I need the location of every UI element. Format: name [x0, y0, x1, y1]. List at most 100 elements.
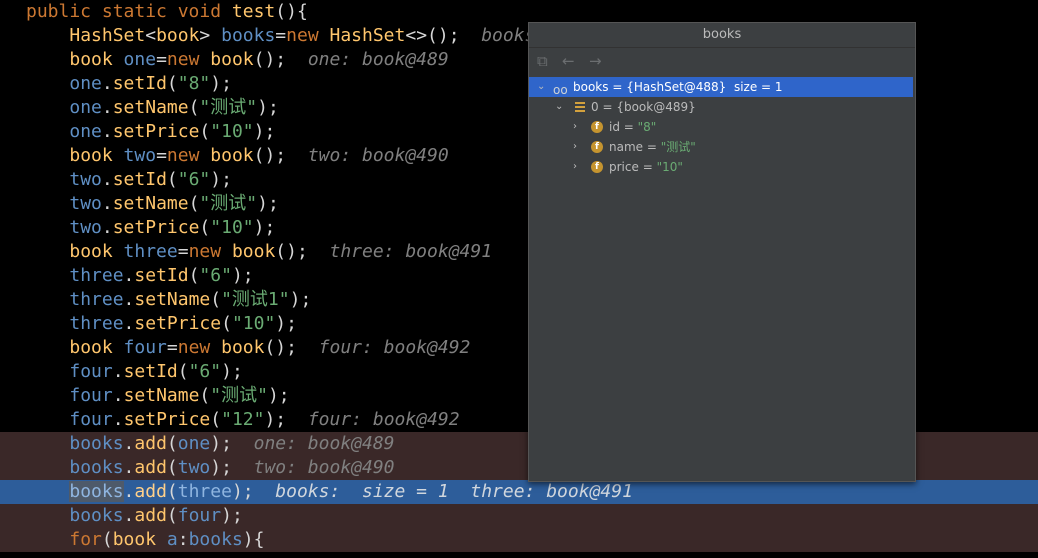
list-element-icon [575, 102, 585, 112]
inline-debug-hint: two: book@490 [231, 457, 395, 478]
code-token: ); [253, 217, 276, 238]
code-token: setPrice [123, 409, 211, 430]
code-token: two [69, 217, 102, 238]
code-token: "6" [177, 169, 211, 190]
code-token: "测试1" [221, 289, 290, 310]
code-token: < [145, 25, 157, 46]
code-token: new [166, 49, 211, 70]
code-token: . [112, 361, 124, 382]
code-token: ( [221, 313, 232, 334]
code-token: ); [210, 433, 232, 454]
code-line[interactable]: books.add(three); books: size = 1 three:… [0, 480, 1038, 504]
code-token: book [210, 145, 254, 166]
code-token: setName [134, 289, 211, 310]
tree-field-price[interactable]: › f price = "10" [529, 157, 913, 177]
tree-node-name: books [573, 80, 609, 94]
code-token: setName [112, 193, 189, 214]
code-token: a [166, 529, 178, 550]
code-token: three [69, 289, 124, 310]
code-token: ); [210, 73, 232, 94]
chevron-down-icon[interactable]: ⌄ [555, 97, 563, 117]
code-token: setName [123, 385, 200, 406]
code-line[interactable]: for(book a:books){ [0, 528, 1038, 552]
code-token: (){ [275, 1, 308, 22]
code-token: . [123, 289, 135, 310]
forward-arrow-icon[interactable]: → [589, 52, 602, 70]
code-line[interactable]: public static void test(){ [0, 0, 1038, 24]
code-token: setPrice [134, 313, 222, 334]
chevron-right-icon[interactable]: › [573, 117, 577, 137]
code-token: ( [188, 265, 200, 286]
inline-debug-hint: one: book@489 [231, 433, 395, 454]
tree-node-0[interactable]: ⌄ 0 = {book@489} [529, 97, 913, 117]
field-name: price [609, 160, 639, 174]
inline-debug-hint: four: book@492 [296, 337, 471, 358]
code-token: add [134, 457, 167, 478]
code-token: one [69, 73, 102, 94]
field-icon: f [591, 161, 603, 173]
code-line[interactable]: books.add(four); [0, 504, 1038, 528]
tree-node-books[interactable]: ⌄ oo books = {HashSet@488} size = 1 [529, 77, 913, 97]
code-token: book [69, 145, 124, 166]
chevron-right-icon[interactable]: › [573, 137, 577, 157]
code-token: ); [221, 361, 243, 382]
code-token: setId [112, 73, 167, 94]
code-token: setName [112, 97, 189, 118]
code-token: setId [134, 265, 189, 286]
code-token: . [112, 385, 124, 406]
code-token: add [134, 505, 167, 526]
code-token: . [101, 121, 113, 142]
back-arrow-icon[interactable]: ← [562, 52, 575, 70]
code-token: ); [231, 265, 254, 286]
code-token: new [166, 145, 211, 166]
chevron-down-icon[interactable]: ⌄ [537, 77, 545, 97]
code-token: . [101, 73, 113, 94]
copy-icon[interactable]: ⧉ [537, 52, 548, 70]
code-token: . [101, 97, 113, 118]
code-token: "测试" [210, 385, 268, 406]
tree-node-value: {HashSet@488} size = 1 [626, 80, 783, 94]
code-token: ( [101, 529, 113, 550]
code-token: = [156, 145, 167, 166]
code-token: two [177, 457, 211, 478]
debug-variable-popup[interactable]: books ⧉ ← → ⌄ oo books = {HashSet@488} s… [528, 22, 916, 482]
code-token: book [69, 337, 124, 358]
code-token: ); [221, 505, 243, 526]
code-token: "10" [231, 313, 276, 334]
code-token: ){ [242, 529, 265, 550]
code-token: for [69, 529, 102, 550]
code-token: ( [210, 289, 222, 310]
code-token: HashSet [329, 25, 406, 46]
code-token: . [123, 457, 135, 478]
code-token: ); [264, 409, 287, 430]
field-icon: f [591, 121, 603, 133]
code-token: one [69, 121, 102, 142]
code-token: = [275, 25, 287, 46]
code-token: "12" [221, 409, 265, 430]
code-token: ); [253, 121, 276, 142]
code-token: ); [289, 289, 312, 310]
tree-field-id[interactable]: › f id = "8" [529, 117, 913, 137]
code-token: books [69, 457, 124, 478]
code-token: ); [210, 169, 232, 190]
field-value: "10" [656, 160, 683, 174]
code-token: three [69, 313, 124, 334]
chevron-right-icon[interactable]: › [573, 157, 577, 177]
code-token: two [123, 145, 157, 166]
code-token: "测试" [199, 193, 258, 214]
code-token: ); [257, 193, 279, 214]
code-token: three [69, 265, 124, 286]
code-token: ( [177, 361, 189, 382]
tree-field-name[interactable]: › f name = "测试" [529, 137, 913, 157]
code-token: . [123, 481, 135, 502]
